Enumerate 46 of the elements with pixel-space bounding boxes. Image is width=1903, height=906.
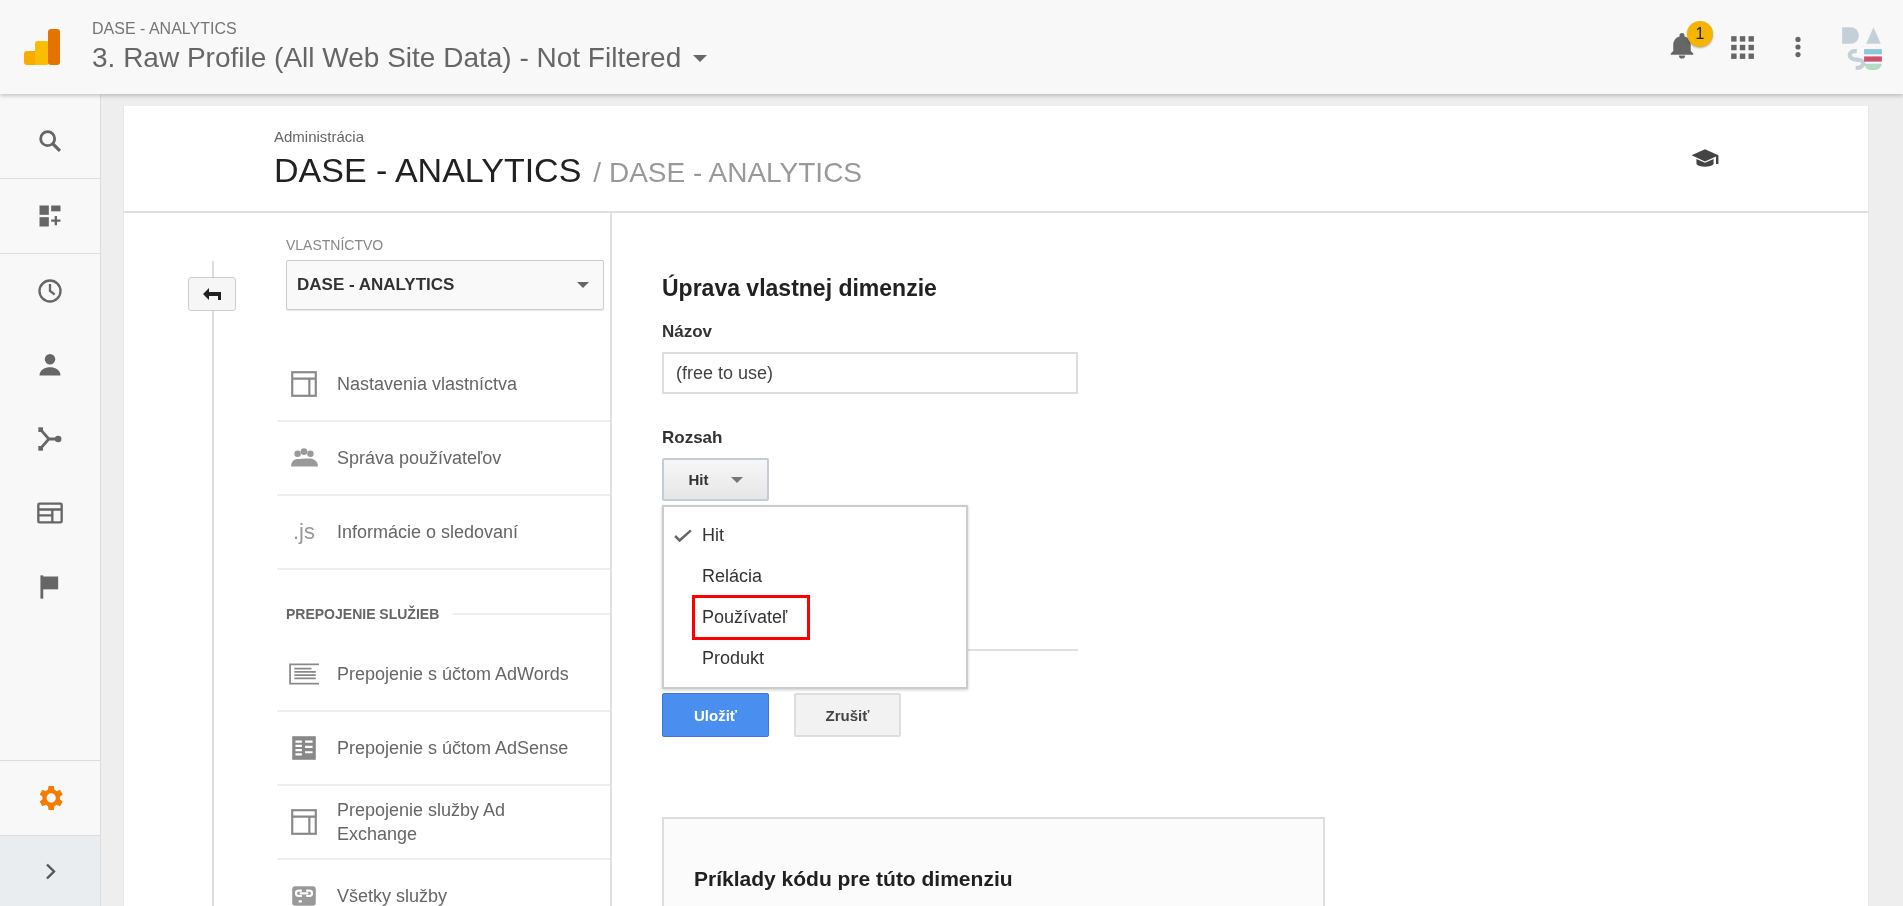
dropdown-option[interactable]: Produkt [664,638,966,679]
layout-icon [289,807,319,837]
breadcrumb-label: Administrácia [274,127,366,145]
cancel-button[interactable]: Zrušiť [794,693,901,737]
account-title: DASE - ANALYTICS [274,150,582,190]
dropdown-option[interactable]: Používateľ [664,597,966,638]
field-label: Rozsah [662,428,723,448]
account-name: DASE - ANALYTICS [92,20,237,38]
chevron-right-icon [44,862,56,880]
menu-item[interactable]: .js Informácie o sledovaní [277,496,610,570]
menu-item[interactable]: Správa používateľov [277,422,610,496]
caret-icon [693,54,708,62]
letters-logo-drawing[interactable] [1841,24,1883,70]
save-button[interactable]: Uložiť [662,693,769,737]
menu-item[interactable]: Prepojenie služby Ad Exchange [277,786,610,860]
section-label: VLASTNÍCTVO [286,237,385,253]
name-input-field[interactable]: (free to use) [662,352,1078,394]
property-title: / DASE - ANALYTICS [593,156,863,189]
graduation-cap-icon[interactable] [1690,147,1720,170]
dropdown-option[interactable]: Hit [664,515,966,556]
analytics-logo-icon [22,27,62,67]
caret-icon [577,282,589,288]
field-label: Názov [662,322,713,342]
menu-item[interactable]: Nastavenia vlastníctva [277,348,610,422]
notification-count-badge: 1 [1687,21,1713,47]
view-selector[interactable]: 3. Raw Profile (All Web Site Data) - Not Filtered [92,42,708,74]
menu-item[interactable]: Všetky služby [277,860,610,906]
back-button[interactable] [188,277,236,311]
search-icon[interactable] [36,127,64,155]
property-dropdown[interactable]: DASE - ANALYTICS [286,260,604,310]
section-heading: PREPOJENIE SLUŽIEB [286,606,440,622]
dropdown-option[interactable]: Relácia [664,556,966,597]
js-icon: .js [289,519,319,545]
clock-icon[interactable] [36,277,64,305]
panel-title: Príklady kódu pre túto dimenziu [694,867,1014,891]
back-arrow-icon [202,287,222,301]
adsense-icon [289,733,319,763]
menu-item[interactable]: Prepojenie s účtom AdSense [277,712,610,786]
menu-item[interactable]: Prepojenie s účtom AdWords [277,638,610,712]
layout-icon [289,369,319,399]
apps-grid-icon[interactable] [1729,34,1755,60]
checkmark-icon [674,528,692,543]
fork-icon[interactable] [36,425,64,453]
scope-dropdown[interactable]: Hit [662,458,769,501]
caret-icon [730,476,743,483]
form-title: Úprava vlastnej dimenzie [662,275,937,302]
